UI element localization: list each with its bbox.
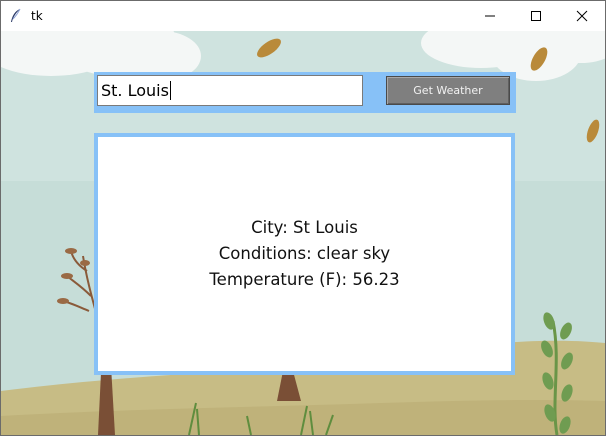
maximize-button[interactable]	[513, 1, 559, 31]
maximize-icon	[531, 11, 541, 21]
window-controls	[467, 1, 605, 31]
window-title: tk	[31, 9, 43, 23]
search-frame: St. Louis Get Weather	[94, 72, 516, 113]
conditions-result-line: Conditions: clear sky	[218, 244, 391, 263]
minimize-button[interactable]	[467, 1, 513, 31]
close-icon	[576, 10, 588, 22]
city-input-value: St. Louis	[101, 81, 169, 100]
title-bar[interactable]: tk	[1, 1, 605, 31]
city-input[interactable]: St. Louis	[97, 75, 363, 106]
city-result-line: City: St Louis	[251, 218, 358, 237]
text-caret	[169, 81, 171, 100]
close-button[interactable]	[559, 1, 605, 31]
weather-result-panel: City: St Louis Conditions: clear sky Tem…	[98, 137, 511, 371]
feather-icon	[3, 1, 29, 31]
temperature-result-line: Temperature (F): 56.23	[209, 270, 400, 289]
app-window: tk St. Louis Get Weather City: St Louis …	[0, 0, 606, 436]
window-client: St. Louis Get Weather City: St Louis Con…	[1, 31, 605, 435]
result-frame: City: St Louis Conditions: clear sky Tem…	[94, 133, 515, 375]
minimize-icon	[485, 15, 495, 17]
get-weather-button[interactable]: Get Weather	[386, 76, 510, 105]
